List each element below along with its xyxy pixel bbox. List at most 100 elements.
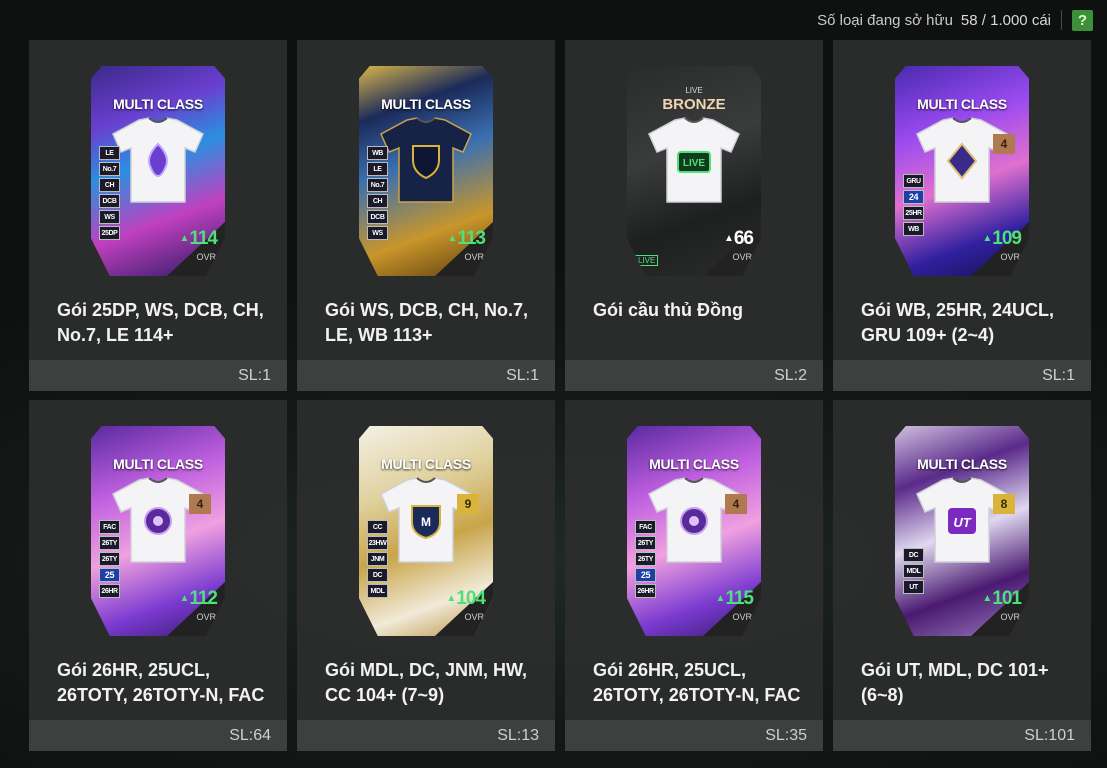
player-card: MULTI CLASS 4 FAC 26TY 26TY 25 26HR ▲112 OVR [91, 426, 225, 636]
pack-tile[interactable]: MULTI CLASS WB LE No.7 CH DCB WS ▲113 OVR Gói… [297, 40, 555, 391]
pack-title: Gói WS, DCB, CH, No.7, LE, WB 113+ [325, 300, 529, 345]
pack-tile[interactable]: MULTI CLASS 4 FAC 26TY 26TY 25 26HR ▲115 OVR … [565, 400, 823, 751]
position-badge: FAC [635, 520, 656, 534]
up-arrow-icon: ▲ [723, 233, 734, 244]
pack-tile[interactable]: MULTI CLASS 4 GRU 24 25HR WB ▲109 OVR Gói WB… [833, 40, 1091, 391]
ut-crest-icon: UT [948, 508, 976, 534]
ovr-value: ▲104 [446, 588, 486, 610]
pack-title: Gói UT, MDL, DC 101+ (6~8) [861, 660, 1049, 705]
card-top-label: LIVE [685, 86, 703, 95]
card-class-label: MULTI CLASS [113, 96, 203, 112]
ovr-label: OVR [1000, 612, 1020, 622]
live-icon: LIVE [677, 151, 711, 173]
level-badge: 8 [993, 494, 1015, 514]
pack-title: Gói cầu thủ Đồng [593, 300, 743, 320]
pack-title: Gói 26HR, 25UCL, 26TOTY, 26TOTY-N, FAC [57, 660, 265, 705]
pack-tile[interactable]: MULTI CLASS LE No.7 CH DCB WS 25DP ▲114 OVR G… [29, 40, 287, 391]
help-button[interactable]: ? [1072, 9, 1093, 31]
m-crest-icon: M [411, 505, 441, 540]
ovr-number: 113 [457, 228, 486, 249]
position-badge: CH [367, 194, 388, 208]
ovr-label: OVR [732, 612, 752, 622]
player-card: MULTI CLASS WB LE No.7 CH DCB WS ▲113 OVR [359, 66, 493, 276]
pack-tile[interactable]: MULTI CLASS 4 FAC 26TY 26TY 25 26HR ▲112 OVR … [29, 400, 287, 751]
svg-text:LIVE: LIVE [683, 158, 706, 169]
jersey-icon: LIVE [647, 116, 741, 204]
ovr-number: 104 [456, 588, 486, 609]
badge-list: GRU 24 25HR WB [903, 174, 924, 236]
pack-title: Gói 26HR, 25UCL, 26TOTY, 26TOTY-N, FAC [593, 660, 801, 705]
jersey-icon [111, 116, 205, 204]
pack-tile[interactable]: LIVE BRONZE LIVE LIVE ▲66 OVR Gói cầu th… [565, 40, 823, 391]
owned-summary: Số loại đang sở hữu 58 / 1.000 cái ? [817, 9, 1093, 31]
position-badge: 26HR [99, 584, 120, 598]
badge-list: LE No.7 CH DCB WS 25DP [99, 146, 120, 240]
position-badge: 25 [99, 568, 120, 582]
jersey-icon [111, 476, 205, 564]
card-class-label: MULTI CLASS [113, 456, 203, 472]
pack-quantity: SL:1 [29, 360, 287, 391]
card-class-label: MULTI CLASS [917, 456, 1007, 472]
pack-quantity: SL:1 [833, 360, 1091, 391]
level-badge: 4 [189, 494, 211, 514]
card-art: MULTI CLASS M 9 CC 23HW JNM DC MDL ▲104 OVR [297, 400, 555, 650]
position-badge: 26TY [635, 552, 656, 566]
ovr-label: OVR [464, 612, 484, 622]
jersey-icon [915, 116, 1009, 204]
badge-list: FAC 26TY 26TY 25 26HR [99, 520, 120, 598]
player-card: MULTI CLASS 4 GRU 24 25HR WB ▲109 OVR [895, 66, 1029, 276]
card-class-label: MULTI CLASS [381, 456, 471, 472]
badge-list: DC MDL UT [903, 548, 924, 594]
position-badge: WB [903, 222, 924, 236]
ovr-label: OVR [196, 252, 216, 262]
player-card: LIVE BRONZE LIVE LIVE ▲66 OVR [627, 66, 761, 276]
pack-title: Gói 25DP, WS, DCB, CH, No.7, LE 114+ [57, 300, 264, 345]
pack-quantity: SL:35 [565, 720, 823, 751]
card-art: MULTI CLASS UT 8 DC MDL UT ▲101 OVR [833, 400, 1091, 650]
card-class-label: MULTI CLASS [917, 96, 1007, 112]
pack-title: Gói WB, 25HR, 24UCL, GRU 109+ (2~4) [861, 300, 1055, 345]
card-class-label: BRONZE [662, 96, 726, 113]
card-art: MULTI CLASS WB LE No.7 CH DCB WS ▲113 OVR [297, 40, 555, 290]
level-badge: 9 [457, 494, 479, 514]
position-badge: WB [367, 146, 388, 160]
position-badge: DCB [367, 210, 388, 224]
ovr-label: OVR [1000, 252, 1020, 262]
ovr-label: OVR [196, 612, 216, 622]
pack-quantity: SL:64 [29, 720, 287, 751]
up-arrow-icon: ▲ [982, 233, 992, 244]
position-badge: 24 [903, 190, 924, 204]
card-art: MULTI CLASS 4 FAC 26TY 26TY 25 26HR ▲112 OVR [29, 400, 287, 650]
ball-crest-icon [144, 507, 172, 535]
position-badge: DCB [99, 194, 120, 208]
up-arrow-icon: ▲ [179, 593, 189, 604]
card-art: MULTI CLASS 4 FAC 26TY 26TY 25 26HR ▲115 OVR [565, 400, 823, 650]
up-arrow-icon: ▲ [446, 593, 456, 604]
position-badge: LE [367, 162, 388, 176]
pack-grid: MULTI CLASS LE No.7 CH DCB WS 25DP ▲114 OVR G… [29, 40, 1091, 751]
pack-tile[interactable]: MULTI CLASS M 9 CC 23HW JNM DC MDL ▲104 OVR G… [297, 400, 555, 751]
ovr-number: 109 [992, 228, 1022, 249]
live-tag: LIVE [635, 255, 659, 266]
ovr-number: 66 [733, 228, 754, 249]
pack-quantity: SL:13 [297, 720, 555, 751]
position-badge: 26HR [635, 584, 656, 598]
ovr-value: ▲109 [982, 228, 1022, 250]
ovr-label: OVR [732, 252, 752, 262]
ovr-number: 115 [725, 588, 754, 609]
ball-crest-icon [680, 507, 708, 535]
position-badge: 26TY [635, 536, 656, 550]
pack-title: Gói MDL, DC, JNM, HW, CC 104+ (7~9) [325, 660, 527, 705]
jersey-icon [647, 476, 741, 564]
owned-count: 58 / 1.000 cái [960, 11, 1051, 29]
player-card: MULTI CLASS 4 FAC 26TY 26TY 25 26HR ▲115 OVR [627, 426, 761, 636]
level-badge: 4 [993, 134, 1015, 154]
pack-tile[interactable]: MULTI CLASS UT 8 DC MDL UT ▲101 OVR Gói UT,… [833, 400, 1091, 751]
jersey-icon: UT [915, 476, 1009, 564]
jersey-icon [379, 116, 473, 204]
position-badge: MDL [903, 564, 924, 578]
card-class-label: MULTI CLASS [381, 96, 471, 112]
up-arrow-icon: ▲ [715, 593, 725, 604]
pack-quantity: SL:101 [833, 720, 1091, 751]
position-badge: MDL [367, 584, 388, 598]
